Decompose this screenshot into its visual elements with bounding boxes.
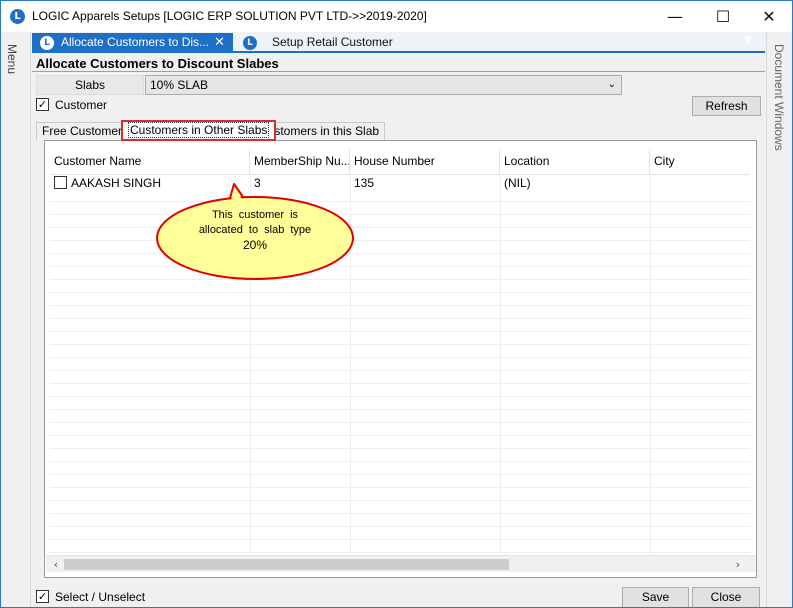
scrollbar-thumb[interactable] <box>64 559 509 570</box>
empty-grid-row <box>50 462 750 475</box>
tab-allocate-customers[interactable]: L Allocate Customers to Dis... ✕ <box>32 33 233 53</box>
close-button[interactable]: Close <box>692 587 760 607</box>
empty-grid-row <box>50 501 750 514</box>
column-header-membership[interactable]: MemberShip Nu... <box>250 149 350 175</box>
empty-grid-row <box>50 475 750 488</box>
page-title: Allocate Customers to Discount Slabes <box>36 56 279 71</box>
refresh-button[interactable]: Refresh <box>692 96 761 116</box>
document-windows-rail[interactable]: Document Windows <box>766 32 792 607</box>
tab-customers-in-other-slabs[interactable]: Customers in Other Slabs <box>121 120 277 141</box>
menu-rail-label[interactable]: Menu <box>5 44 19 74</box>
grid-header: Customer Name MemberShip Nu... House Num… <box>50 149 750 175</box>
tab-setup-retail-customer[interactable]: L Setup Retail Customer <box>237 33 417 53</box>
logic-tab-icon: L <box>40 36 54 50</box>
tab-free-customers[interactable]: Free Customers <box>36 122 135 140</box>
empty-grid-row <box>50 397 750 410</box>
scroll-right-icon[interactable]: › <box>730 557 746 572</box>
empty-grid-row <box>50 488 750 501</box>
close-window-button[interactable]: ✕ <box>746 1 792 32</box>
select-unselect-label[interactable]: Select / Unselect <box>55 590 145 604</box>
minimize-button[interactable]: — <box>652 1 698 32</box>
title-bar: L LOGIC Apparels Setups [LOGIC ERP SOLUT… <box>1 1 792 32</box>
empty-grid-row <box>50 423 750 436</box>
app-logo-icon: L <box>10 9 25 24</box>
window-title: LOGIC Apparels Setups [LOGIC ERP SOLUTIO… <box>32 9 427 23</box>
empty-grid-row <box>50 514 750 527</box>
empty-grid-row <box>50 540 750 553</box>
chevron-down-icon[interactable]: ⌄ <box>608 76 616 94</box>
horizontal-scrollbar[interactable]: ‹ › <box>46 555 756 572</box>
tab-setup-retail-customer-label: Setup Retail Customer <box>272 35 393 49</box>
annotation-callout: This customer is allocated to slab type … <box>155 183 355 281</box>
header-divider <box>32 71 765 72</box>
app-window: L LOGIC Apparels Setups [LOGIC ERP SOLUT… <box>0 0 793 608</box>
slabs-dropdown[interactable]: 10% SLAB ⌄ <box>145 75 622 95</box>
maximize-button[interactable]: ☐ <box>700 1 746 32</box>
empty-grid-row <box>50 345 750 358</box>
column-header-customer-name[interactable]: Customer Name <box>50 149 250 175</box>
callout-line-3: 20% <box>242 238 268 252</box>
empty-grid-row <box>50 371 750 384</box>
customer-checkbox[interactable]: ✓ <box>36 98 49 111</box>
select-unselect-checkbox[interactable]: ✓ <box>36 590 49 603</box>
empty-grid-row <box>50 410 750 423</box>
tab-customers-in-other-slabs-label: Customers in Other Slabs <box>128 122 270 138</box>
menu-rail[interactable]: Menu <box>1 32 31 607</box>
empty-grid-row <box>50 384 750 397</box>
empty-grid-row <box>50 436 750 449</box>
callout-line-2: allocated to slab type <box>198 224 312 236</box>
empty-grid-row <box>50 527 750 540</box>
tab-list-dropdown-icon[interactable]: ▼ <box>745 35 752 45</box>
logic-tab-icon: L <box>243 36 257 50</box>
callout-line-1: This customer is <box>211 209 299 221</box>
slabs-label: Slabs <box>36 75 144 95</box>
row-select-checkbox[interactable] <box>54 176 67 189</box>
column-header-house-number[interactable]: House Number <box>350 149 500 175</box>
callout-text: This customer is allocated to slab type … <box>185 208 325 253</box>
empty-grid-row <box>50 293 750 306</box>
document-windows-label[interactable]: Document Windows <box>772 44 786 151</box>
empty-grid-row <box>50 358 750 371</box>
scroll-left-icon[interactable]: ‹ <box>48 557 64 572</box>
customer-checkbox-label[interactable]: Customer <box>55 98 107 112</box>
empty-grid-row <box>50 319 750 332</box>
tab-allocate-customers-label: Allocate Customers to Dis... <box>61 35 210 49</box>
close-tab-icon[interactable]: ✕ <box>214 33 225 52</box>
empty-grid-row <box>50 306 750 319</box>
empty-grid-row <box>50 332 750 345</box>
column-header-city[interactable]: City <box>650 149 750 175</box>
slabs-selected-value: 10% SLAB <box>150 78 209 92</box>
document-tab-strip: L Allocate Customers to Dis... ✕ L Setup… <box>32 33 765 53</box>
cell-location: (NIL) <box>504 176 531 190</box>
empty-grid-row <box>50 449 750 462</box>
column-header-location[interactable]: Location <box>500 149 650 175</box>
save-button[interactable]: Save <box>622 587 689 607</box>
